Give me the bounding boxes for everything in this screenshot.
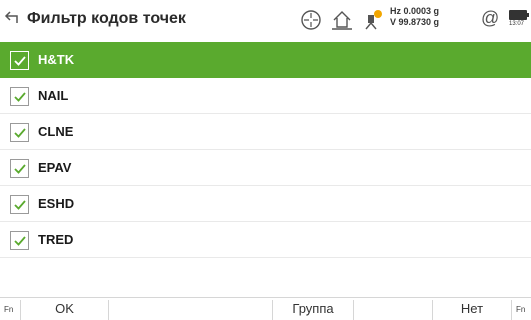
page-title: Фильтр кодов точек [27,10,186,27]
softkey-bar: Fn OK Группа Нет Fn [0,297,531,320]
code-label: NAIL [38,88,69,103]
crosshair-target-icon[interactable] [300,9,322,31]
list-item[interactable]: NAIL [0,78,531,114]
fn-left-key[interactable]: Fn [4,305,13,314]
at-sign-icon[interactable]: @ [481,8,499,29]
empty-softkey[interactable] [109,298,272,320]
checkbox[interactable] [10,123,29,142]
empty-softkey[interactable] [354,298,432,320]
title-bar: Фильтр кодов точек Hz 0.0003 g V 99.8730… [0,0,531,42]
fn-right-key[interactable]: Fn [516,305,525,314]
clock-time: 13:07 [509,21,525,27]
back-arrow-icon[interactable] [4,8,22,26]
divider [511,300,512,320]
list-item[interactable]: EPAV [0,150,531,186]
code-label: EPAV [38,160,72,175]
list-item[interactable]: TRED [0,222,531,258]
checkbox[interactable] [10,159,29,178]
checkbox[interactable] [10,51,29,70]
code-label: ESHD [38,196,75,211]
list-item[interactable]: ESHD [0,186,531,222]
instrument-warning-icon[interactable] [362,9,384,31]
ok-button[interactable]: OK [21,298,108,320]
hz-readout: Hz 0.0003 g [390,6,440,16]
none-button[interactable]: Нет [433,298,511,320]
code-label: H&TK [38,52,75,67]
code-label: TRED [38,232,74,247]
angle-readout: Hz 0.0003 g V 99.8730 g [390,6,439,28]
home-icon[interactable] [331,9,353,31]
list-item[interactable]: H&TK [0,42,531,78]
point-code-list: H&TK NAIL CLNE EPAV ESHD TRED [0,42,531,258]
code-label: CLNE [38,124,74,139]
checkbox[interactable] [10,195,29,214]
checkbox[interactable] [10,87,29,106]
list-item[interactable]: CLNE [0,114,531,150]
battery-icon: 13:07 [509,10,529,30]
v-readout: V 99.8730 g [390,17,440,27]
checkbox[interactable] [10,231,29,250]
group-button[interactable]: Группа [273,298,353,320]
